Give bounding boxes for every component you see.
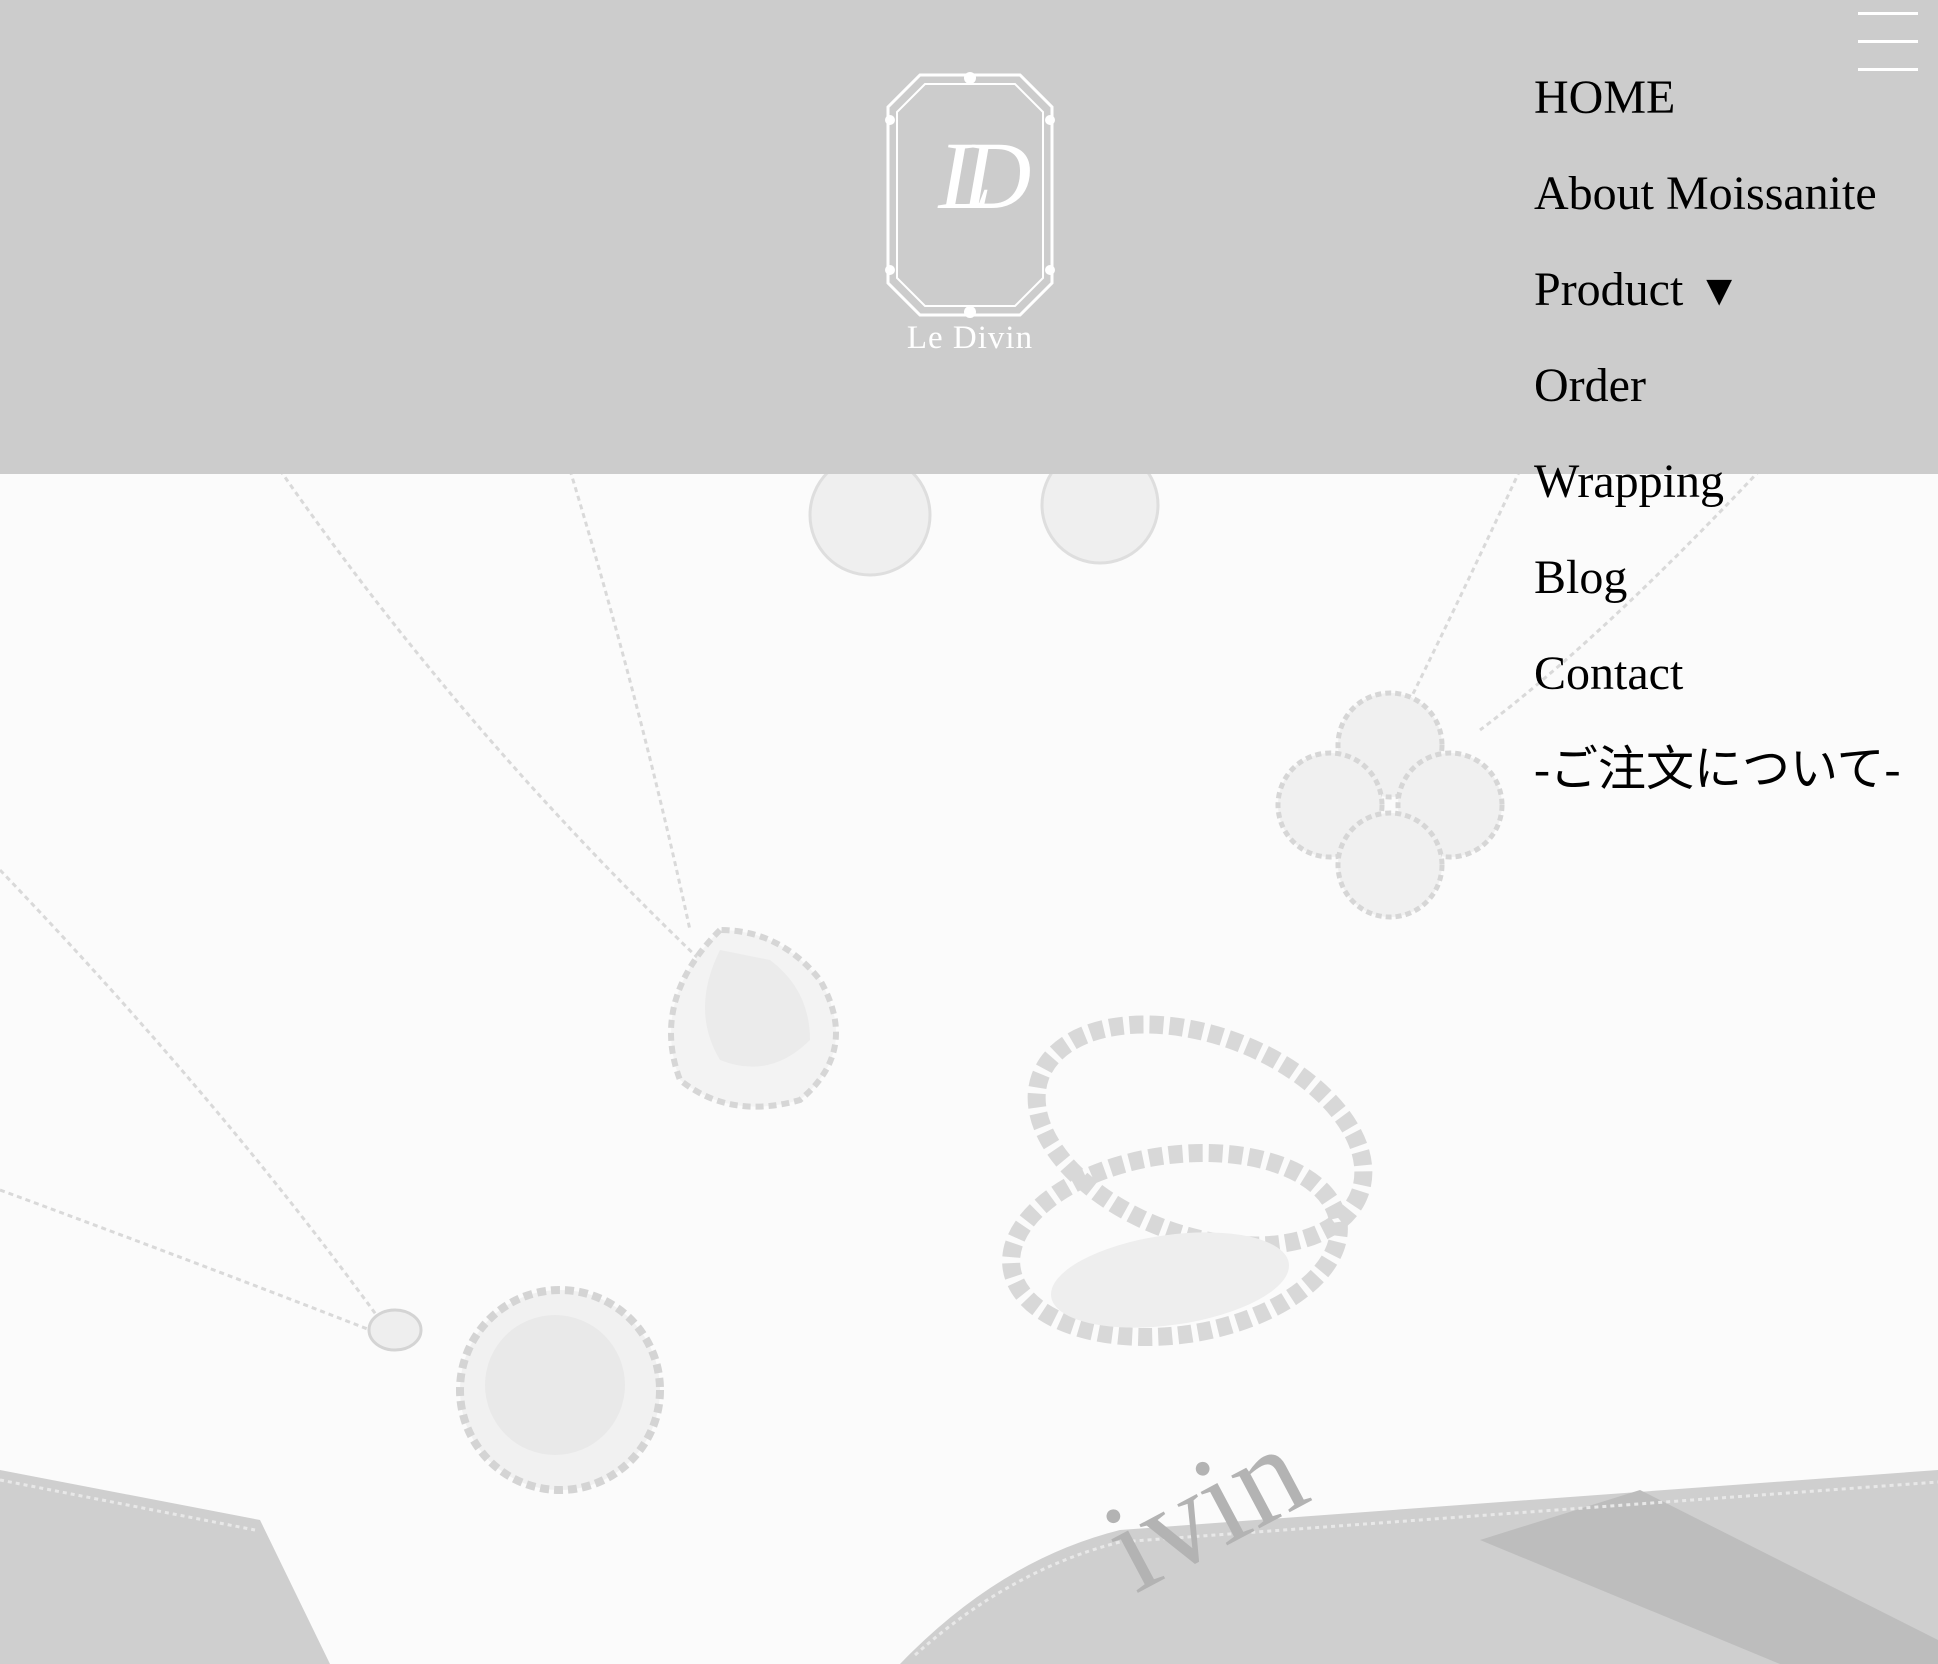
nav-item-product[interactable]: Product ▼ <box>1534 260 1901 356</box>
main-nav: HOME About Moissanite Product ▼ Order Wra… <box>1534 68 1901 836</box>
page: ivin LD Le Divin HOME About Moissanite P… <box>0 0 1938 1664</box>
hamburger-menu-icon[interactable] <box>1858 12 1920 76</box>
nav-item-order[interactable]: Order <box>1534 356 1901 452</box>
nav-item-contact[interactable]: Contact <box>1534 644 1901 740</box>
nav-item-home[interactable]: HOME <box>1534 68 1901 164</box>
nav-item-about-moissanite[interactable]: About Moissanite <box>1534 164 1901 260</box>
dropdown-arrow-icon: ▼ <box>1697 266 1741 315</box>
hamburger-line <box>1858 40 1918 43</box>
brand-logo[interactable]: LD Le Divin <box>880 70 1060 370</box>
hamburger-line <box>1858 12 1918 15</box>
nav-item-order-info[interactable]: -ご注文について- <box>1534 740 1901 836</box>
nav-item-blog[interactable]: Blog <box>1534 548 1901 644</box>
logo-wordmark: Le Divin <box>906 320 1034 356</box>
nav-item-wrapping[interactable]: Wrapping <box>1534 452 1901 548</box>
logo-monogram: LD <box>938 122 1032 229</box>
